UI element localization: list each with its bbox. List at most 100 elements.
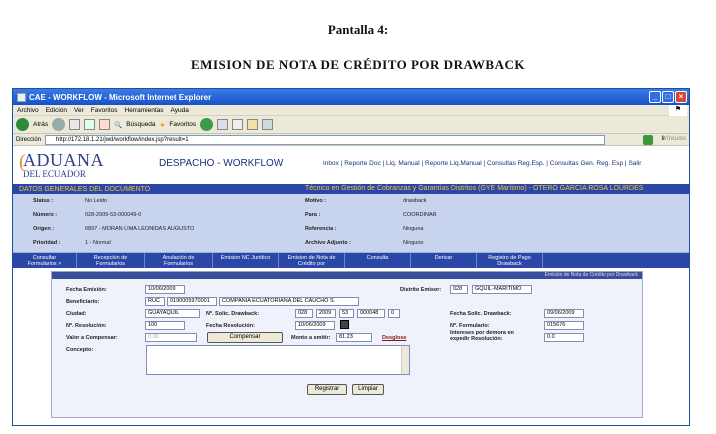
concepto-scrollbar[interactable] [401, 346, 409, 374]
tab-anulacion-formularios[interactable]: Anulación de Formularios [145, 253, 213, 268]
menu-edicion[interactable]: Edición [46, 107, 67, 114]
origen-label: Origen : [33, 226, 55, 232]
formulario-field[interactable]: 015676 [544, 321, 584, 330]
form-title: Emisión de Nota de Crédito por Drawback [52, 272, 642, 279]
ciudad-field[interactable]: GUAYAQUIL [145, 309, 200, 318]
main-content: Emisión de Nota de Crédito por Drawback … [13, 268, 689, 418]
nav-reporte-doc[interactable]: Reporte Doc [344, 160, 381, 167]
nav-inbox[interactable]: Inbox [323, 160, 339, 167]
stop-icon[interactable] [69, 119, 81, 130]
window-titlebar: CAE - WORKFLOW - Microsoft Internet Expl… [13, 89, 689, 105]
messenger-icon[interactable] [262, 119, 274, 130]
menu-archivo[interactable]: Archivo [17, 107, 39, 114]
windows-flag-icon: ⚑ [669, 105, 687, 116]
favorites-star-icon[interactable]: ★ [160, 121, 166, 129]
address-input[interactable]: http://172.18.1.21/jwd/workflow/index.js… [45, 134, 606, 145]
solic-anio-field[interactable]: 2009 [316, 309, 336, 318]
nav-consultas-reg-esp[interactable]: Consultas Reg.Esp. [487, 160, 544, 167]
solic-regimen-field[interactable]: 53 [339, 309, 354, 318]
motivo-label: Motivo : [305, 198, 327, 204]
limpiar-button[interactable]: Limpiar [352, 384, 384, 395]
beneficiario-id-field[interactable]: 0190005970001 [167, 297, 217, 306]
prioridad-value: 1 - Normal [85, 240, 111, 246]
fecha-solic-field[interactable]: 09/06/2009 [544, 309, 584, 318]
back-arrow-icon[interactable] [16, 118, 29, 131]
adjunto-label: Archivo Adjunto : [305, 240, 351, 246]
nota-credito-form: Emisión de Nota de Crédito por Drawback … [51, 271, 643, 418]
registrar-button[interactable]: Registrar [307, 384, 347, 395]
monto-emitir-label: Monto a emitir: [291, 335, 331, 341]
tab-consultar-formularios[interactable]: Consultar Formularios × [13, 253, 77, 268]
calendar-icon[interactable] [340, 320, 349, 329]
back-button[interactable]: Atrás [33, 121, 48, 128]
monto-emitir-field[interactable]: 81.23 [336, 333, 372, 342]
solic-verif-field[interactable]: 0 [388, 309, 400, 318]
valor-compensar-field[interactable]: 0.00 [145, 333, 197, 342]
favorites-button[interactable]: Favoritos [169, 121, 196, 128]
print-icon[interactable] [232, 119, 244, 130]
tab-derivar[interactable]: Derivar [411, 253, 477, 268]
solic-numero-field[interactable]: 000048 [357, 309, 385, 318]
tab-line-2: Emision NC Juridico [220, 255, 271, 261]
folder-icon[interactable] [247, 119, 259, 130]
nav-consultas-gen[interactable]: Consultas Gen. Reg. Esp [550, 160, 623, 167]
fecha-emision-field[interactable]: 10/06/2009 [145, 285, 185, 294]
fecha-solic-label: Fecha Solic. Drawback: [450, 311, 512, 317]
tab-line-2: Crédito por [297, 261, 326, 267]
history-icon[interactable] [200, 118, 214, 131]
compensar-button[interactable]: Compensar [207, 332, 283, 343]
distrito-code-field[interactable]: 028 [450, 285, 468, 294]
app-header: ( ADUANA DEL ECUADOR DESPACHO - WORKFLOW… [13, 146, 689, 184]
tab-line-2: Formularios × [27, 261, 62, 267]
formulario-label: Nº. Formulario: [450, 323, 490, 329]
numero-label: Número : [33, 212, 58, 218]
menu-ver[interactable]: Ver [74, 107, 84, 114]
browser-window: CAE - WORKFLOW - Microsoft Internet Expl… [12, 88, 690, 426]
distrito-label: Distrito Emisor: [400, 287, 442, 293]
links-label[interactable]: Vínculos [663, 136, 686, 142]
tab-consulta[interactable]: Consulta [345, 253, 411, 268]
distrito-name-field[interactable]: GQUIL-MARITIMO [472, 285, 532, 294]
top-nav: Inbox | Reporte Doc | Liq. Manual | Repo… [323, 160, 642, 167]
logo-mark-icon: ( [19, 151, 26, 173]
minimize-button[interactable]: _ [649, 91, 661, 103]
concepto-textarea[interactable] [146, 345, 410, 375]
nav-salir[interactable]: Salir [628, 160, 641, 167]
menu-herramientas[interactable]: Herramientas [125, 107, 164, 114]
numero-value: 028-2009-53-000049-0 [85, 212, 142, 218]
fecha-resolucion-field[interactable]: 10/06/2009 [295, 321, 335, 330]
tab-recepcion-formularios[interactable]: Recepción de Formularios [77, 253, 145, 268]
menu-favoritos[interactable]: Favoritos [91, 107, 118, 114]
solic-distrito-field[interactable]: 028 [295, 309, 313, 318]
desglose-link[interactable]: Desglose [382, 335, 406, 341]
resolucion-field[interactable]: 100 [145, 321, 185, 330]
home-icon[interactable] [99, 119, 111, 130]
intereses-field[interactable]: 0.0 [544, 333, 584, 342]
search-button[interactable]: Búsqueda [126, 121, 155, 128]
tab-line-2: Formularios [163, 261, 194, 267]
forward-arrow-icon[interactable] [52, 118, 66, 131]
maximize-button[interactable]: □ [662, 91, 674, 103]
concepto-label: Concepto: [66, 347, 94, 353]
close-button[interactable]: × [675, 91, 687, 103]
logo-line-1: ADUANA [23, 150, 104, 170]
beneficiario-name-field[interactable]: COMPAÑÍA ECUATORIANA DEL CAUCHO S. [219, 297, 359, 306]
nav-liq-manual[interactable]: Liq. Manual [386, 160, 420, 167]
menu-ayuda[interactable]: Ayuda [171, 107, 189, 114]
go-arrow-icon[interactable] [643, 135, 653, 145]
refresh-icon[interactable] [84, 119, 96, 130]
intereses-label-2: expedir Resolución: [450, 336, 503, 342]
window-title: CAE - WORKFLOW - Microsoft Internet Expl… [29, 92, 212, 102]
toolbar: Atrás 🔍 Búsqueda ★ Favoritos [13, 116, 689, 134]
nav-reporte-liq-manual[interactable]: Reporte Liq.Manual [425, 160, 482, 167]
tab-emision-nc-juridico[interactable]: Emision NC Juridico [213, 253, 279, 268]
search-icon[interactable]: 🔍 [114, 121, 122, 129]
mail-icon[interactable] [217, 119, 229, 130]
tab-line-2: Consulta [366, 255, 389, 261]
tab-emision-nota-credito[interactable]: Emision de Nota de Crédito por [279, 253, 345, 268]
address-label: Dirección [16, 136, 42, 143]
beneficiario-tipo-field[interactable]: RUC [145, 297, 165, 306]
document-info-panel: Status : No Leido Número : 028-2009-53-0… [13, 194, 689, 252]
referencia-value: Ninguna [403, 226, 424, 232]
tab-registro-pago[interactable]: Registro de Pago Drawback [477, 253, 543, 268]
